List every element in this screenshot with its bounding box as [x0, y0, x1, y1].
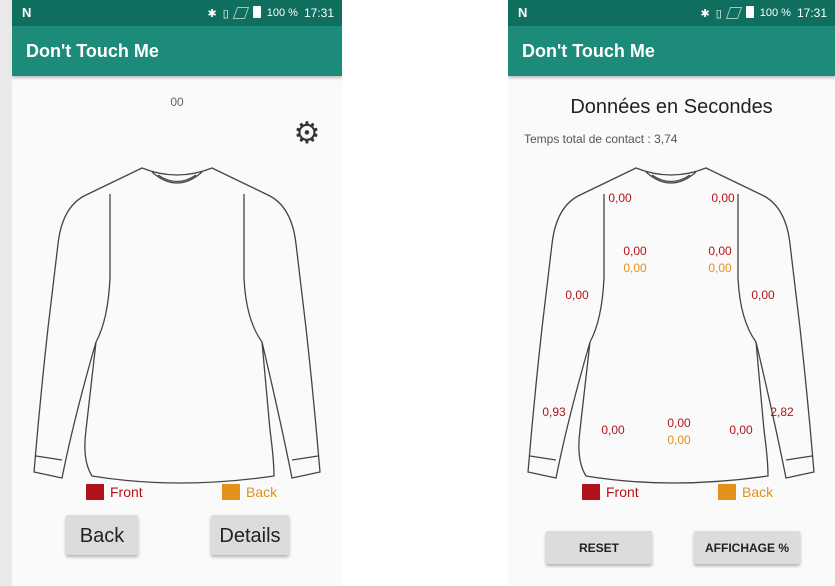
- legend-back-label: Back: [742, 484, 774, 500]
- zone-chest-right-front: 0,00: [708, 244, 732, 258]
- reset-button[interactable]: RESET: [546, 531, 652, 564]
- zone-forearm-left: 0,93: [542, 405, 566, 419]
- zone-waist-right: 0,00: [729, 423, 753, 437]
- front-swatch: [582, 484, 600, 500]
- zone-arm-left: 0,00: [565, 288, 589, 302]
- details-button[interactable]: Details: [211, 515, 289, 555]
- back-swatch: [222, 484, 240, 500]
- status-icons: ✱ ▯ 100 % 17:31: [207, 6, 334, 20]
- counter-display: 00: [170, 95, 184, 109]
- bluetooth-icon: ✱: [207, 7, 217, 20]
- page-title: Données en Secondes: [570, 96, 773, 118]
- zone-arm-right: 0,00: [751, 288, 775, 302]
- notification-n-icon: N: [518, 5, 528, 20]
- legend-back: Back: [718, 484, 773, 500]
- legend-front-label: Front: [110, 484, 143, 500]
- battery-icon: [252, 6, 261, 18]
- app-title: Don't Touch Me: [522, 41, 655, 61]
- vibrate-icon: ▯: [715, 7, 722, 20]
- legend-back-label: Back: [246, 484, 278, 500]
- notification-n-icon: N: [22, 5, 32, 20]
- clock: 17:31: [303, 6, 334, 20]
- legend-front-label: Front: [606, 484, 639, 500]
- app-bar: Don't Touch Me: [12, 26, 342, 76]
- back-swatch: [718, 484, 736, 500]
- background-gap: [342, 0, 508, 586]
- signal-icon: [725, 7, 742, 19]
- battery-percent: 100 %: [266, 7, 298, 19]
- bluetooth-icon: ✱: [700, 7, 710, 20]
- legend-front: Front: [582, 484, 639, 500]
- zone-waist-center-front: 0,00: [667, 416, 691, 430]
- app-title: Don't Touch Me: [26, 41, 159, 61]
- clock: 17:31: [796, 6, 827, 20]
- zone-chest-right-back: 0,00: [708, 261, 732, 275]
- display-percent-button[interactable]: AFFICHAGE %: [694, 531, 800, 564]
- phone-screen-right: N ✱ ▯ 100 % 17:31 Don't Touch Me Données…: [508, 0, 835, 586]
- signal-icon: [232, 7, 249, 19]
- zone-chest-left-back: 0,00: [623, 261, 647, 275]
- zone-collar-right: 0,00: [711, 191, 735, 205]
- legend-front: Front: [86, 484, 143, 500]
- zone-waist-left: 0,00: [601, 423, 625, 437]
- app-bar: Don't Touch Me: [508, 26, 835, 76]
- vibrate-icon: ▯: [222, 7, 229, 20]
- status-icons: ✱ ▯ 100 % 17:31: [700, 6, 827, 20]
- phone-screen-left: N ✱ ▯ 100 % 17:31 Don't Touch Me 00 ⚙ Fr…: [12, 0, 342, 586]
- shirt-illustration: [33, 167, 321, 484]
- gear-icon[interactable]: ⚙: [291, 118, 323, 150]
- total-contact-time: Temps total de contact : 3,74: [524, 132, 678, 146]
- status-bar: N ✱ ▯ 100 % 17:31: [12, 0, 342, 26]
- legend-back: Back: [222, 484, 277, 500]
- zone-waist-center-back: 0,00: [667, 433, 691, 447]
- zone-forearm-right: 2,82: [770, 405, 794, 419]
- battery-percent: 100 %: [759, 7, 791, 19]
- zone-collar-left: 0,00: [608, 191, 632, 205]
- back-button[interactable]: Back: [66, 515, 138, 555]
- zone-chest-left-front: 0,00: [623, 244, 647, 258]
- front-swatch: [86, 484, 104, 500]
- shirt-illustration: [527, 167, 815, 484]
- status-bar: N ✱ ▯ 100 % 17:31: [508, 0, 835, 26]
- battery-icon: [745, 6, 754, 18]
